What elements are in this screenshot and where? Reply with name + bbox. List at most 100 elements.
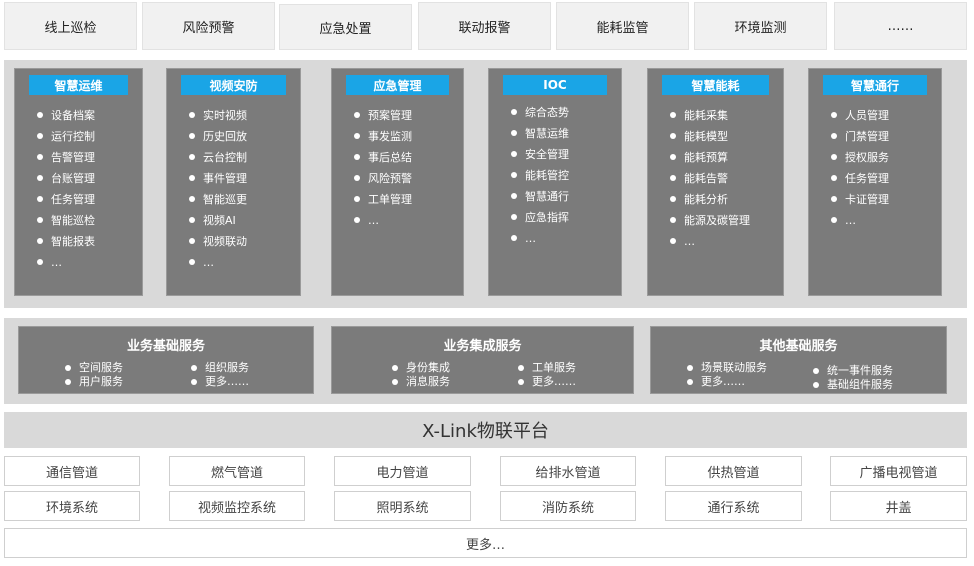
module-smart-energy: 智慧能耗 能耗采集 能耗模型 能耗预算 能耗告警 能耗分析 能源及碳管理 … — [647, 68, 784, 296]
tab-risk-warning[interactable]: 风险预警 — [142, 2, 275, 50]
list-item: 空间服务 — [65, 361, 123, 375]
infra-item: 井盖 — [830, 491, 967, 521]
tab-energy-supervision[interactable]: 能耗监管 — [556, 2, 689, 50]
infra-item: 通信管道 — [4, 456, 140, 486]
list-item: 云台控制 — [189, 147, 247, 168]
module-title: 智慧能耗 — [662, 75, 769, 95]
list-item: 智慧运维 — [511, 123, 569, 144]
list-item: 卡证管理 — [831, 189, 889, 210]
list-item: 台账管理 — [37, 168, 95, 189]
list-item: 应急指挥 — [511, 207, 569, 228]
list-item: 能耗告警 — [670, 168, 750, 189]
module-ioc: IOC 综合态势 智慧运维 安全管理 能耗管控 智慧通行 应急指挥 … — [488, 68, 622, 296]
list-item: 历史回放 — [189, 126, 247, 147]
list-item: 综合态势 — [511, 102, 569, 123]
list-item: … — [511, 228, 569, 249]
infra-item: 电力管道 — [334, 456, 471, 486]
list-item: … — [831, 210, 889, 231]
infra-item: 视频监控系统 — [169, 491, 305, 521]
infra-item: 通行系统 — [665, 491, 802, 521]
list-item: 智能报表 — [37, 231, 95, 252]
service-business-integration: 业务集成服务 身份集成 消息服务 工单服务 更多…… — [331, 326, 634, 394]
list-item: 事后总结 — [354, 147, 412, 168]
service-list: 身份集成 消息服务 — [392, 361, 450, 389]
service-business-basic: 业务基础服务 空间服务 用户服务 组织服务 更多…… — [18, 326, 314, 394]
list-item: 工单管理 — [354, 189, 412, 210]
list-item: 智能巡检 — [37, 210, 95, 231]
infra-item: 消防系统 — [500, 491, 636, 521]
list-item: 更多…… — [191, 375, 249, 389]
list-item: 能耗管控 — [511, 165, 569, 186]
list-item: 统一事件服务 — [813, 364, 893, 378]
infra-item: 给排水管道 — [500, 456, 636, 486]
module-item-list: 预案管理 事发监测 事后总结 风险预警 工单管理 … — [354, 105, 412, 231]
module-item-list: 综合态势 智慧运维 安全管理 能耗管控 智慧通行 应急指挥 … — [511, 102, 569, 249]
module-title: 智慧通行 — [823, 75, 927, 95]
list-item: 场景联动服务 — [687, 361, 767, 375]
list-item: 门禁管理 — [831, 126, 889, 147]
infra-item: 照明系统 — [334, 491, 471, 521]
module-item-list: 人员管理 门禁管理 授权服务 任务管理 卡证管理 … — [831, 105, 889, 231]
list-item: 基础组件服务 — [813, 378, 893, 392]
list-item: 能耗分析 — [670, 189, 750, 210]
list-item: … — [189, 252, 247, 273]
module-smart-access: 智慧通行 人员管理 门禁管理 授权服务 任务管理 卡证管理 … — [808, 68, 942, 296]
module-smart-ops: 智慧运维 设备档案 运行控制 告警管理 台账管理 任务管理 智能巡检 智能报表 … — [14, 68, 143, 296]
list-item: … — [37, 252, 95, 273]
list-item: 组织服务 — [191, 361, 249, 375]
tab-emergency-handling[interactable]: 应急处置 — [279, 4, 412, 50]
infra-item: 广播电视管道 — [830, 456, 967, 486]
service-list: 工单服务 更多…… — [518, 361, 576, 389]
list-item: 身份集成 — [392, 361, 450, 375]
list-item: 能耗模型 — [670, 126, 750, 147]
service-list: 统一事件服务 基础组件服务 — [813, 364, 893, 392]
infra-item: 燃气管道 — [169, 456, 305, 486]
tab-environment-monitoring[interactable]: 环境监测 — [694, 2, 827, 50]
list-item: 设备档案 — [37, 105, 95, 126]
list-item: 消息服务 — [392, 375, 450, 389]
service-title: 业务集成服务 — [443, 339, 522, 354]
infra-item: 供热管道 — [665, 456, 802, 486]
service-title: 业务基础服务 — [126, 339, 205, 354]
infra-item: 环境系统 — [4, 491, 140, 521]
module-title: 应急管理 — [346, 75, 449, 95]
list-item: 预案管理 — [354, 105, 412, 126]
list-item: 能源及碳管理 — [670, 210, 750, 231]
list-item: 更多…… — [687, 375, 767, 389]
list-item: 智慧通行 — [511, 186, 569, 207]
module-title: 视频安防 — [181, 75, 286, 95]
platform-bar: X-Link物联平台 — [4, 412, 967, 448]
list-item: 风险预警 — [354, 168, 412, 189]
list-item: 实时视频 — [189, 105, 247, 126]
list-item: 更多…… — [518, 375, 576, 389]
list-item: 视频AI — [189, 210, 247, 231]
service-title: 其他基础服务 — [759, 339, 838, 354]
module-item-list: 能耗采集 能耗模型 能耗预算 能耗告警 能耗分析 能源及碳管理 … — [670, 105, 750, 252]
tab-online-inspection[interactable]: 线上巡检 — [4, 2, 137, 50]
list-item: 安全管理 — [511, 144, 569, 165]
list-item: 视频联动 — [189, 231, 247, 252]
service-list: 组织服务 更多…… — [191, 361, 249, 389]
more-row: 更多… — [4, 528, 967, 558]
service-list: 场景联动服务 更多…… — [687, 361, 767, 389]
list-item: 能耗采集 — [670, 105, 750, 126]
list-item: 人员管理 — [831, 105, 889, 126]
module-item-list: 设备档案 运行控制 告警管理 台账管理 任务管理 智能巡检 智能报表 … — [37, 105, 95, 273]
service-other-basic: 其他基础服务 场景联动服务 更多…… 统一事件服务 基础组件服务 — [650, 326, 947, 394]
module-emergency-management: 应急管理 预案管理 事发监测 事后总结 风险预警 工单管理 … — [331, 68, 464, 296]
list-item: 授权服务 — [831, 147, 889, 168]
list-item: 智能巡更 — [189, 189, 247, 210]
module-title: 智慧运维 — [29, 75, 128, 95]
service-list: 空间服务 用户服务 — [65, 361, 123, 389]
list-item: 运行控制 — [37, 126, 95, 147]
list-item: 告警管理 — [37, 147, 95, 168]
list-item: 能耗预算 — [670, 147, 750, 168]
tab-more[interactable]: …… — [834, 2, 967, 50]
module-video-security: 视频安防 实时视频 历史回放 云台控制 事件管理 智能巡更 视频AI 视频联动 … — [166, 68, 301, 296]
module-title: IOC — [503, 75, 607, 95]
tab-linked-alarm[interactable]: 联动报警 — [418, 2, 551, 50]
list-item: 事件管理 — [189, 168, 247, 189]
list-item: 工单服务 — [518, 361, 576, 375]
list-item: … — [670, 231, 750, 252]
list-item: 事发监测 — [354, 126, 412, 147]
